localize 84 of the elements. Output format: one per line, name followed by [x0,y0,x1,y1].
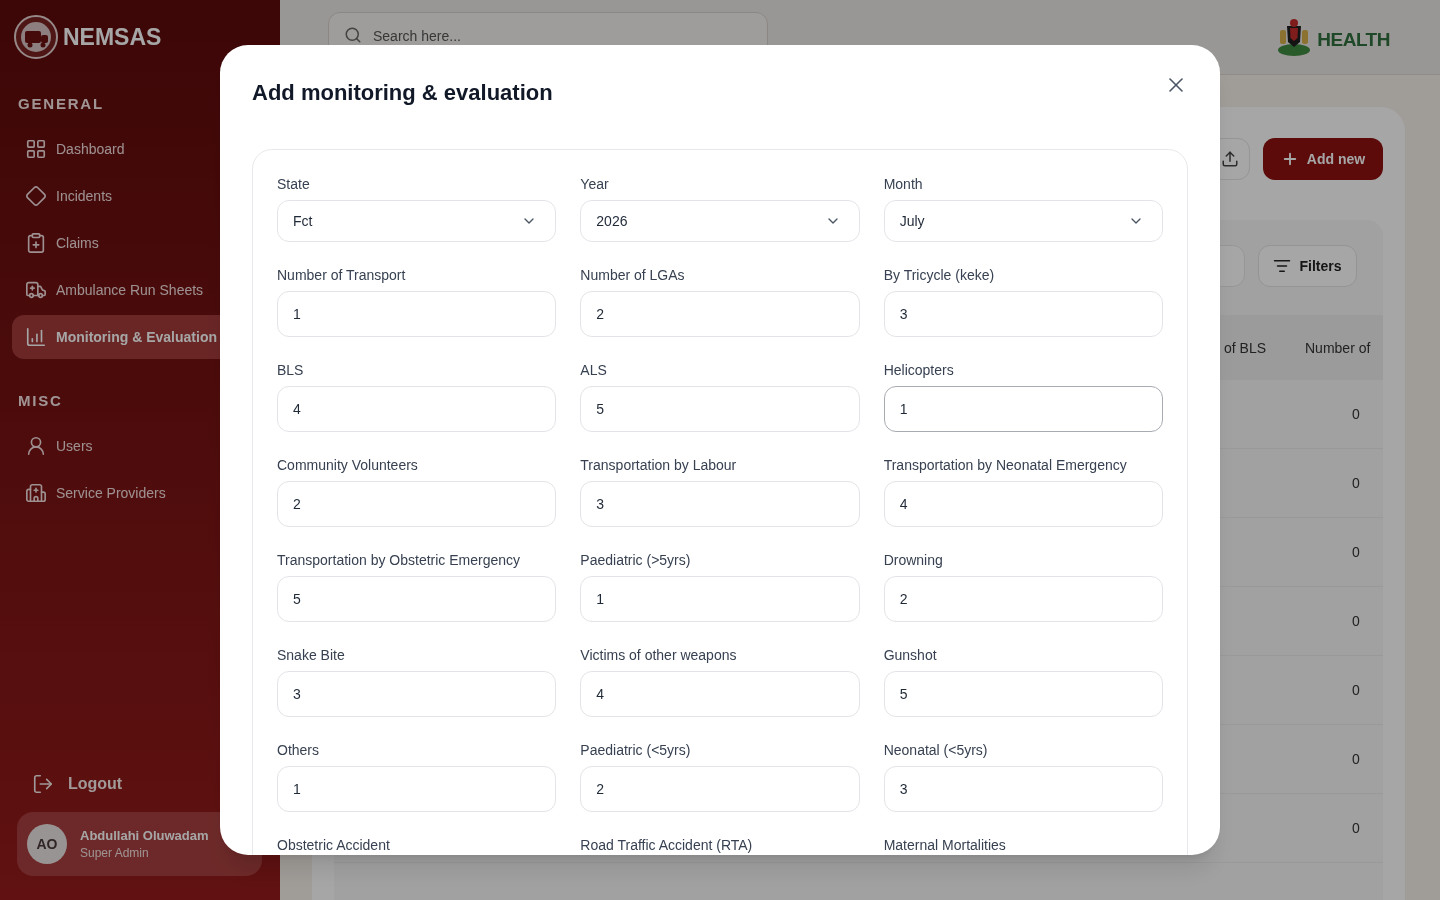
field-label: Drowning [883,551,943,570]
crest-icon [1277,18,1312,56]
field-label: Number of LGAs [580,266,685,285]
field-label: Community Volunteers [277,456,418,475]
number-input[interactable]: 2 [580,766,860,812]
ambulance-icon [25,279,47,301]
number-input[interactable]: 3 [580,481,860,527]
number-input[interactable]: 5 [277,576,557,622]
field-label: Road Traffic Accident (RTA) [580,836,753,855]
field-label: Others [277,741,319,760]
nav-item[interactable]: Dashboard [12,127,268,171]
ministry-logo-text: HEALTH [1317,29,1390,51]
filters-button[interactable]: Filters [1258,245,1357,287]
number-input[interactable]: 3 [883,291,1163,337]
nav-item[interactable]: Claims [12,221,268,265]
add-new-button[interactable]: Add new [1263,138,1383,180]
number-input[interactable]: 1 [277,766,557,812]
field-label: Paediatric (<5yrs) [580,741,691,760]
search-icon [344,26,362,44]
avatar-initials: AO [27,824,67,864]
bar-chart-icon [25,326,47,348]
field-label: ALS [580,361,607,380]
number-input[interactable]: 1 [580,576,860,622]
number-input[interactable]: 4 [277,386,557,432]
field-label: BLS [277,361,304,380]
nav-item[interactable]: Users [12,424,268,468]
number-input[interactable]: 5 [883,671,1163,717]
field-label: Helicopters [883,361,954,380]
field-label: Snake Bite [277,646,345,665]
field-label: By Tricycle (keke) [883,266,995,285]
field-label: Transportation by Obstetric Emergency [277,551,521,570]
section-heading: GENERAL [18,95,104,113]
nav-item[interactable]: Incidents [12,174,268,218]
field-label: Paediatric (>5yrs) [580,551,691,570]
number-input[interactable]: 2 [580,291,860,337]
table-cell: 0 [1352,820,1360,836]
logout-link[interactable]: Logout [32,764,123,804]
table-cell: 0 [1352,751,1360,767]
field-label: State [277,175,310,194]
number-input[interactable]: 3 [277,671,557,717]
user-role: Super Admin [80,845,150,861]
column-header: of BLS [1224,339,1267,356]
column-header: Number of [1305,339,1371,356]
number-input[interactable]: 4 [883,481,1163,527]
upload-icon [1221,150,1239,168]
clipboard-icon [25,232,47,254]
field-label: Gunshot [883,646,937,665]
field-label: Transportation by Labour [580,456,737,475]
number-input[interactable]: 2 [883,576,1163,622]
select-field[interactable]: Fct [277,200,557,242]
table-cell: 0 [1352,682,1360,698]
field-label: Victims of other weapons [580,646,737,665]
nav-item[interactable]: Service Providers [12,471,268,515]
diamond-icon [25,185,47,207]
field-label: Year [580,175,609,194]
select-field[interactable]: July [883,200,1163,242]
nav-item[interactable]: Ambulance Run Sheets [12,268,268,312]
select-field[interactable]: 2026 [580,200,860,242]
field-label: Maternal Mortalities [883,836,1006,855]
logout-icon [32,773,54,795]
grid-icon [25,138,47,160]
number-input[interactable]: 5 [580,386,860,432]
table-cell: 0 [1352,475,1360,491]
user-icon [25,435,47,457]
brand-name: NEMSAS [63,23,162,52]
table-cell: 0 [1352,406,1360,422]
field-label: Neonatal (<5yrs) [883,741,988,760]
field-label: Transportation by Neonatal Emergency [883,456,1127,475]
number-input[interactable]: 4 [580,671,860,717]
number-input[interactable]: 1 [883,386,1163,432]
emblem-logo-icon [14,15,58,59]
user-name: Abdullahi Oluwadam [80,827,209,845]
number-input[interactable]: 3 [883,766,1163,812]
number-input[interactable]: 2 [277,481,557,527]
section-heading: MISC [18,392,63,410]
field-label: Number of Transport [277,266,406,285]
table-cell: 0 [1352,544,1360,560]
table-cell: 0 [1352,613,1360,629]
field-label: Month [883,175,923,194]
field-label: Obstetric Accident [277,836,390,855]
filter-icon [1273,257,1292,275]
number-input[interactable]: 1 [277,291,557,337]
modal-title: Add monitoring & evaluation [252,79,553,107]
hospital-icon [25,482,47,504]
